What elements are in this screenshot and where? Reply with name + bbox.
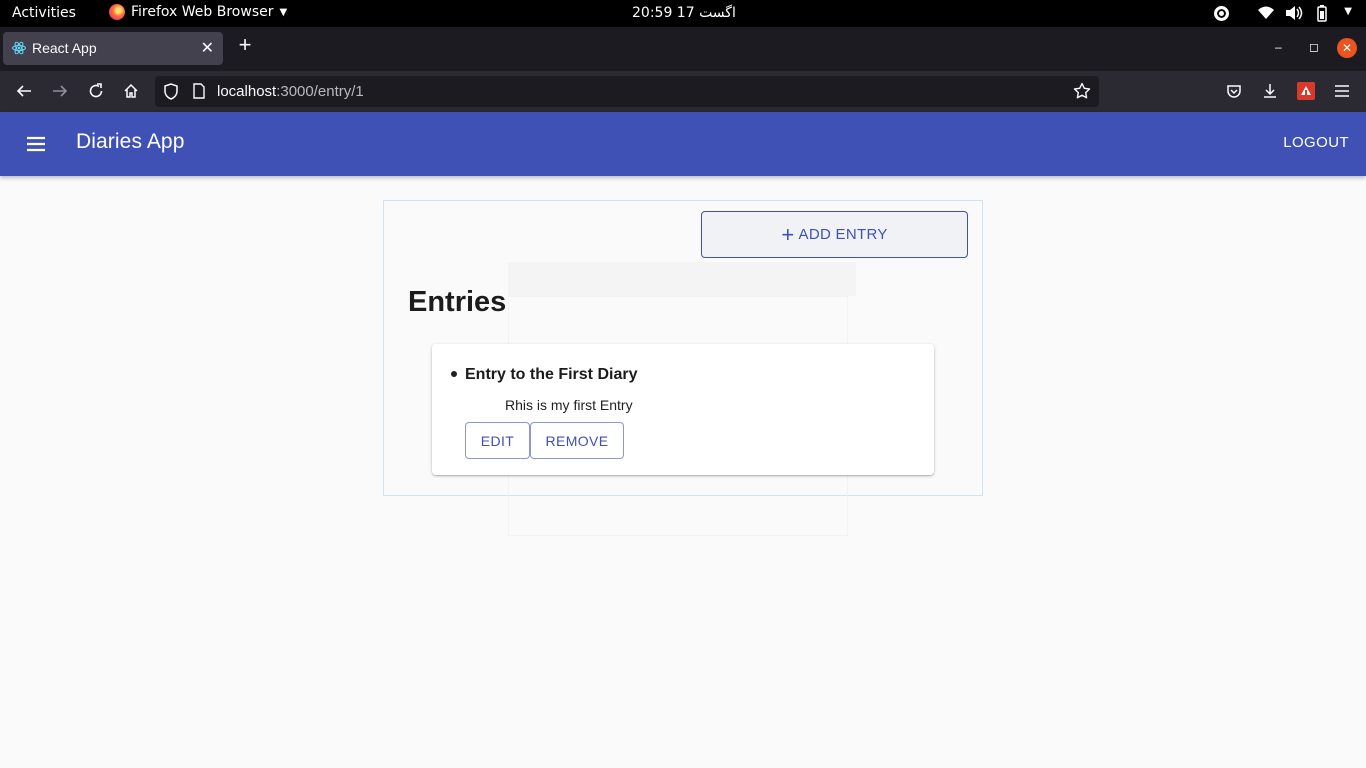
- app-menu[interactable]: Firefox Web Browser ▼: [109, 4, 287, 20]
- add-entry-label: ADD ENTRY: [798, 226, 888, 243]
- restore-icon[interactable]: ◻: [1309, 40, 1319, 54]
- remove-entry-button[interactable]: REMOVE: [530, 422, 624, 459]
- url-host: localhost: [217, 83, 277, 100]
- browser-tab[interactable]: React App ✕: [3, 32, 223, 65]
- app-title: Diaries App: [76, 130, 185, 153]
- entries-heading: Entries: [408, 286, 507, 318]
- hamburger-menu-icon[interactable]: [1331, 80, 1353, 102]
- reload-icon[interactable]: [85, 80, 107, 102]
- new-tab-icon[interactable]: +: [233, 34, 257, 58]
- caret-down-icon: ▼: [279, 6, 288, 18]
- forward-icon[interactable]: [49, 80, 71, 102]
- record-icon: [1214, 6, 1229, 21]
- volume-icon: [1285, 6, 1303, 24]
- clock[interactable]: 20:59 17 اگست: [632, 5, 736, 21]
- close-tab-icon[interactable]: ✕: [201, 38, 214, 58]
- battery-icon: [1314, 5, 1330, 26]
- system-top-bar: Activities Firefox Web Browser ▼ 20:59 1…: [0, 0, 1366, 27]
- extension-icon[interactable]: [1295, 80, 1317, 102]
- tab-title: React App: [32, 40, 97, 56]
- wifi-icon: [1257, 5, 1275, 25]
- downloads-icon[interactable]: [1259, 80, 1281, 102]
- edit-entry-button[interactable]: EDIT: [465, 422, 530, 459]
- entry-title: Entry to the First Diary: [465, 366, 638, 383]
- power-menu-caret-icon: ▼: [1344, 6, 1352, 17]
- app-menu-label: Firefox Web Browser: [131, 4, 274, 20]
- home-icon[interactable]: [120, 80, 142, 102]
- list-bullet: [451, 371, 457, 377]
- tracking-protection-shield-icon[interactable]: [162, 82, 180, 100]
- url-bar[interactable]: localhost:3000/entry/1: [155, 76, 1099, 107]
- browser-tab-strip: React App ✕ + – ◻ ✕: [0, 27, 1366, 71]
- plus-icon: +: [781, 221, 795, 247]
- minimize-icon[interactable]: –: [1275, 40, 1282, 54]
- close-window-icon[interactable]: ✕: [1337, 38, 1357, 58]
- bookmark-star-icon[interactable]: [1073, 82, 1091, 100]
- app-header: Diaries App LOGOUT: [0, 112, 1366, 176]
- firefox-icon: [109, 4, 125, 20]
- page-info-icon[interactable]: [190, 82, 208, 100]
- react-icon: [12, 41, 26, 55]
- pocket-icon[interactable]: [1223, 80, 1245, 102]
- browser-nav-bar: localhost:3000/entry/1: [0, 71, 1366, 112]
- entry-content: Rhis is my first Entry: [505, 397, 633, 413]
- logout-button[interactable]: LOGOUT: [1283, 134, 1349, 151]
- url-text: localhost:3000/entry/1: [217, 83, 364, 100]
- url-path: :3000/entry/1: [276, 83, 364, 100]
- menu-icon[interactable]: [24, 132, 48, 156]
- activities-button[interactable]: Activities: [12, 5, 76, 21]
- add-entry-button[interactable]: + ADD ENTRY: [701, 211, 968, 258]
- faded-overlay-bar: [508, 262, 856, 296]
- entry-card: Entry to the First Diary Rhis is my firs…: [432, 344, 934, 475]
- back-icon[interactable]: [13, 80, 35, 102]
